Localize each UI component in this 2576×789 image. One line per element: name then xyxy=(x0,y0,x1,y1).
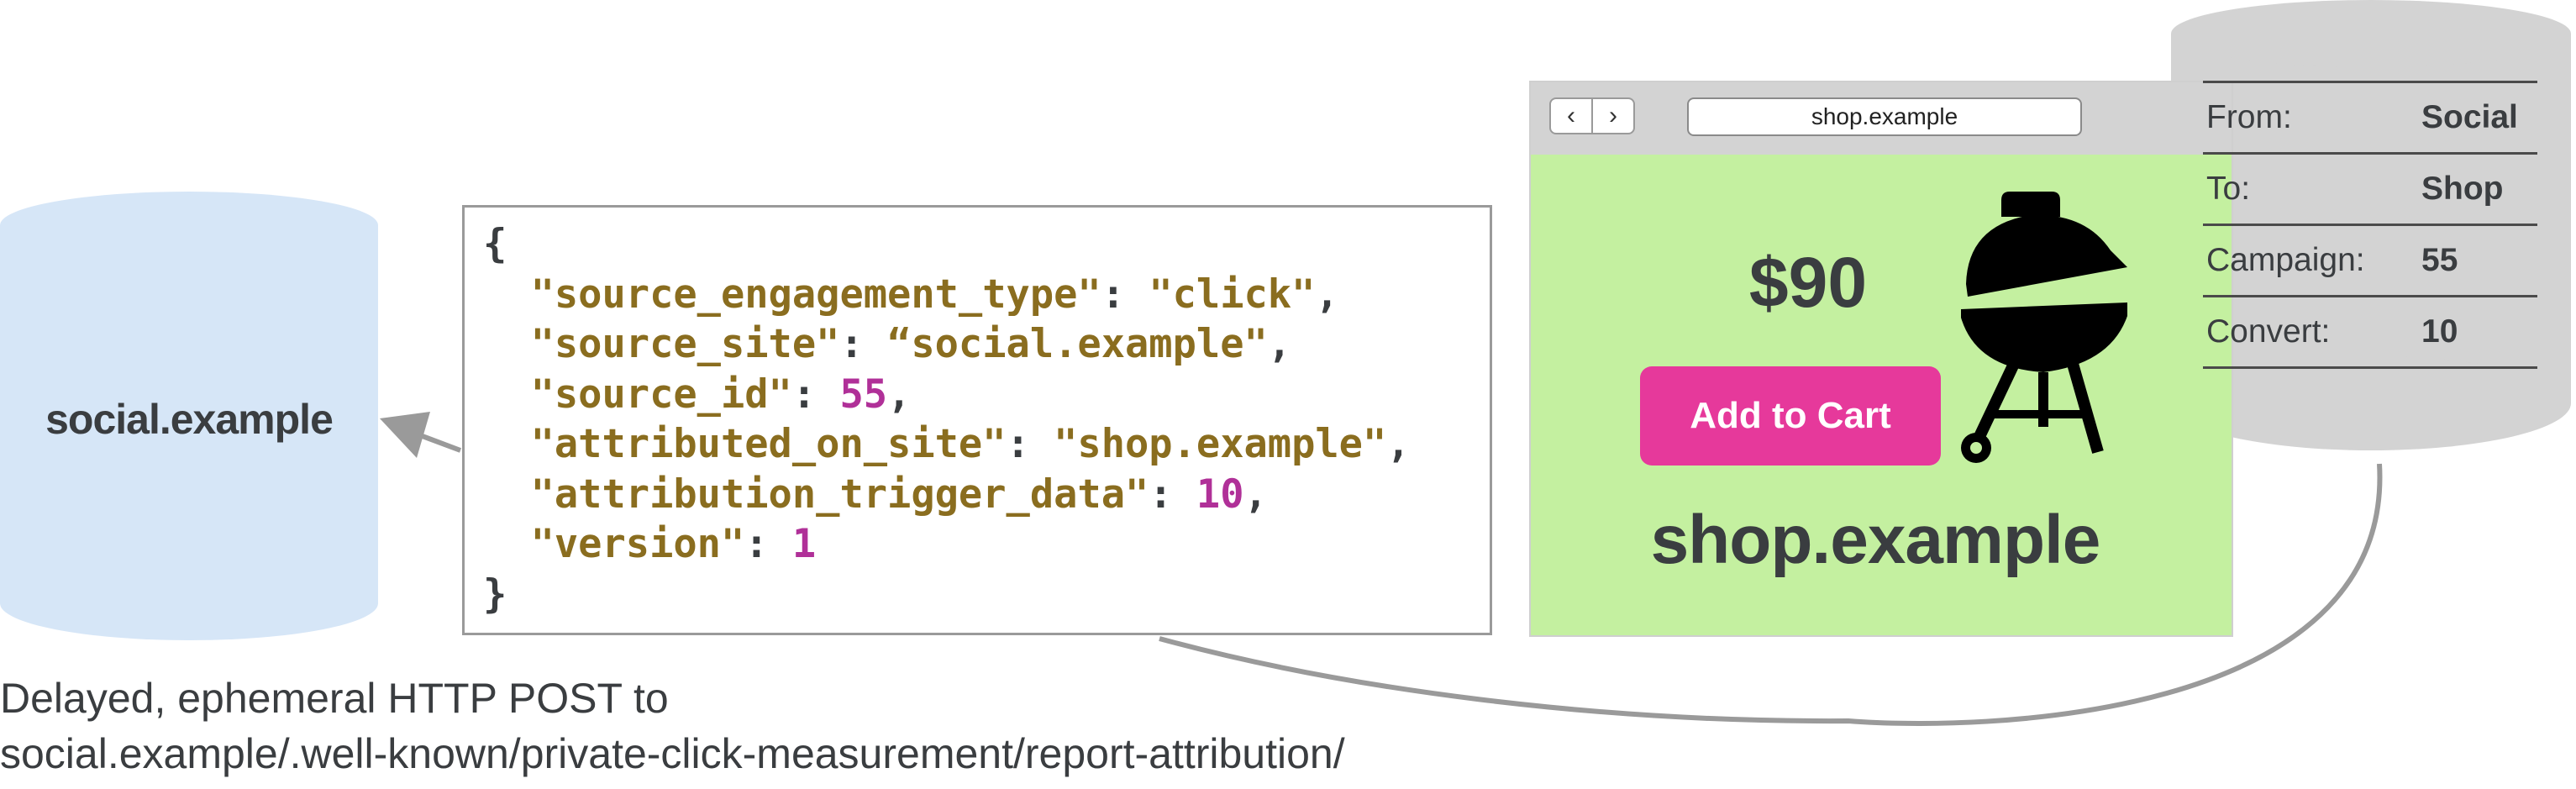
store-row-key: To: xyxy=(2203,152,2421,225)
json-token: "attributed_on_site" xyxy=(483,421,1007,467)
shop-browser-window: ‹ › shop.example $90 Add to Cart shop.ex… xyxy=(1529,81,2233,637)
json-line: "source_engagement_type": "click", xyxy=(483,270,1490,320)
json-token: { xyxy=(483,221,507,267)
caption-line-1: Delayed, ephemeral HTTP POST to xyxy=(0,675,669,722)
browser-toolbar: ‹ › shop.example xyxy=(1531,82,2232,155)
json-line: { xyxy=(483,219,1490,270)
json-token: : xyxy=(744,521,792,567)
store-row-value: Shop xyxy=(2421,152,2537,225)
store-row-value: 55 xyxy=(2421,224,2537,297)
json-token: 55 xyxy=(839,371,888,418)
left-arrow-icon xyxy=(380,412,430,458)
json-token: , xyxy=(1267,321,1292,367)
store-row-value: 10 xyxy=(2421,295,2537,369)
json-token: : xyxy=(791,371,840,418)
store-row-key: Campaign: xyxy=(2203,224,2421,297)
json-line: "attribution_trigger_data": 10, xyxy=(483,470,1490,520)
json-line: "source_id": 55, xyxy=(483,370,1490,420)
store-row: Campaign: 55 xyxy=(2203,224,2537,297)
json-token: : xyxy=(1149,471,1196,518)
json-line: "version": 1 xyxy=(483,519,1490,570)
grill-icon xyxy=(1961,192,2127,463)
json-token: , xyxy=(1243,471,1268,518)
store-row: From: Social xyxy=(2203,81,2537,154)
caption-line-2: social.example/.well-known/private-click… xyxy=(0,730,1345,777)
source-database-label: social.example xyxy=(45,396,334,443)
json-token: } xyxy=(483,571,507,618)
add-to-cart-button[interactable]: Add to Cart xyxy=(1640,366,1941,466)
json-token: 10 xyxy=(1196,471,1244,518)
store-row: To: Shop xyxy=(2203,152,2537,225)
json-token: "click" xyxy=(1149,271,1316,318)
forward-button[interactable]: › xyxy=(1591,97,1635,134)
store-row: Convert: 10 xyxy=(2203,295,2537,369)
json-token: : xyxy=(1101,271,1149,318)
json-token: 1 xyxy=(791,521,817,567)
address-bar[interactable]: shop.example xyxy=(1687,97,2082,136)
product-price: $90 xyxy=(1748,243,1868,322)
attribution-store-table: From: Social To: Shop Campaign: 55 Convert: 10 xyxy=(2203,81,2537,369)
store-row-value: Social xyxy=(2421,81,2537,154)
report-caption: Delayed, ephemeral HTTP POST to social.e… xyxy=(0,671,1345,781)
json-token: "source_id" xyxy=(483,371,792,418)
json-token: "source_engagement_type" xyxy=(483,271,1101,318)
json-token: "source_site" xyxy=(483,321,840,367)
report-arrow-line xyxy=(418,433,462,453)
json-token: "shop.example" xyxy=(1054,421,1387,467)
json-line: "source_site": “social.example", xyxy=(483,319,1490,370)
site-name: shop.example xyxy=(1650,502,2101,578)
store-row-key: Convert: xyxy=(2203,295,2421,369)
json-line: } xyxy=(483,570,1490,620)
back-button[interactable]: ‹ xyxy=(1549,97,1593,134)
json-token: "attribution_trigger_data" xyxy=(483,471,1149,518)
json-token: “social.example" xyxy=(887,321,1268,367)
json-token: , xyxy=(1315,271,1339,318)
attribution-report-json: { "source_engagement_type": "click", "so… xyxy=(462,205,1492,635)
store-row-key: From: xyxy=(2203,81,2421,154)
json-token: , xyxy=(1386,421,1411,467)
json-token: : xyxy=(1006,421,1054,467)
json-token: , xyxy=(887,371,912,418)
json-line: "attributed_on_site": "shop.example", xyxy=(483,419,1490,470)
json-token: "version" xyxy=(483,521,745,567)
json-token: : xyxy=(839,321,888,367)
